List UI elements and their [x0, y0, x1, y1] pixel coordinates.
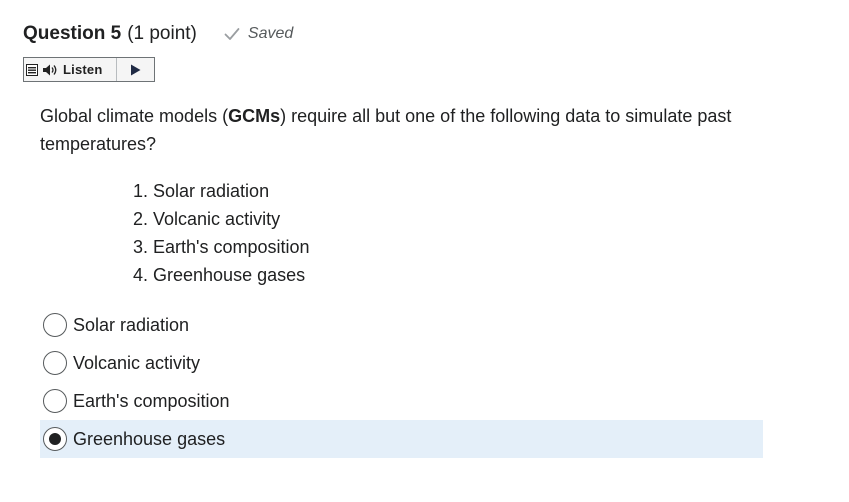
list-item: 3. Earth's composition: [133, 237, 310, 257]
listen-label: Listen: [63, 62, 103, 77]
question-prompt: Global climate models (GCMs) require all…: [40, 102, 760, 158]
radio-button[interactable]: [43, 313, 67, 337]
answer-options: Solar radiation Volcanic activity Earth'…: [40, 306, 763, 458]
listen-button[interactable]: Listen: [40, 58, 117, 81]
list-item: 1. Solar radiation: [133, 181, 270, 201]
list-item: 4. Greenhouse gases: [133, 265, 306, 285]
quiz-question: Question 5 (1 point) Saved Listen Global…: [0, 0, 849, 502]
answer-label: Solar radiation: [73, 314, 190, 335]
radio-button[interactable]: [43, 389, 67, 413]
speaker-icon: [43, 64, 57, 75]
answer-option-earths-composition[interactable]: Earth's composition: [40, 382, 763, 420]
radio-button[interactable]: [43, 351, 67, 375]
listen-menu-button[interactable]: [24, 58, 40, 81]
play-button[interactable]: [117, 58, 154, 81]
checkmark-icon: [224, 28, 240, 40]
prompt-acronym: GCMs: [228, 106, 281, 126]
answer-option-volcanic-activity[interactable]: Volcanic activity: [40, 344, 763, 382]
list-item: 2. Volcanic activity: [133, 209, 281, 229]
listen-widget: Listen: [23, 57, 155, 82]
prompt-text-start: Global climate models (: [40, 106, 229, 126]
question-title: Question 5: [23, 23, 122, 44]
saved-label: Saved: [247, 25, 294, 42]
radio-selected-dot: [49, 433, 61, 445]
saved-status: Saved: [224, 25, 293, 43]
data-list: 1. Solar radiation 2. Volcanic activity …: [133, 177, 310, 289]
answer-label: Earth's composition: [73, 390, 230, 411]
answer-label: Greenhouse gases: [73, 428, 226, 449]
question-points: (1 point): [127, 23, 197, 44]
answer-option-greenhouse-gases[interactable]: Greenhouse gases: [40, 420, 763, 458]
play-icon: [131, 64, 141, 75]
answer-label: Volcanic activity: [73, 352, 201, 373]
menu-icon: [26, 63, 38, 76]
radio-button-selected[interactable]: [43, 427, 67, 451]
question-header: Question 5 (1 point) Saved: [23, 22, 293, 46]
answer-option-solar-radiation[interactable]: Solar radiation: [40, 306, 763, 344]
